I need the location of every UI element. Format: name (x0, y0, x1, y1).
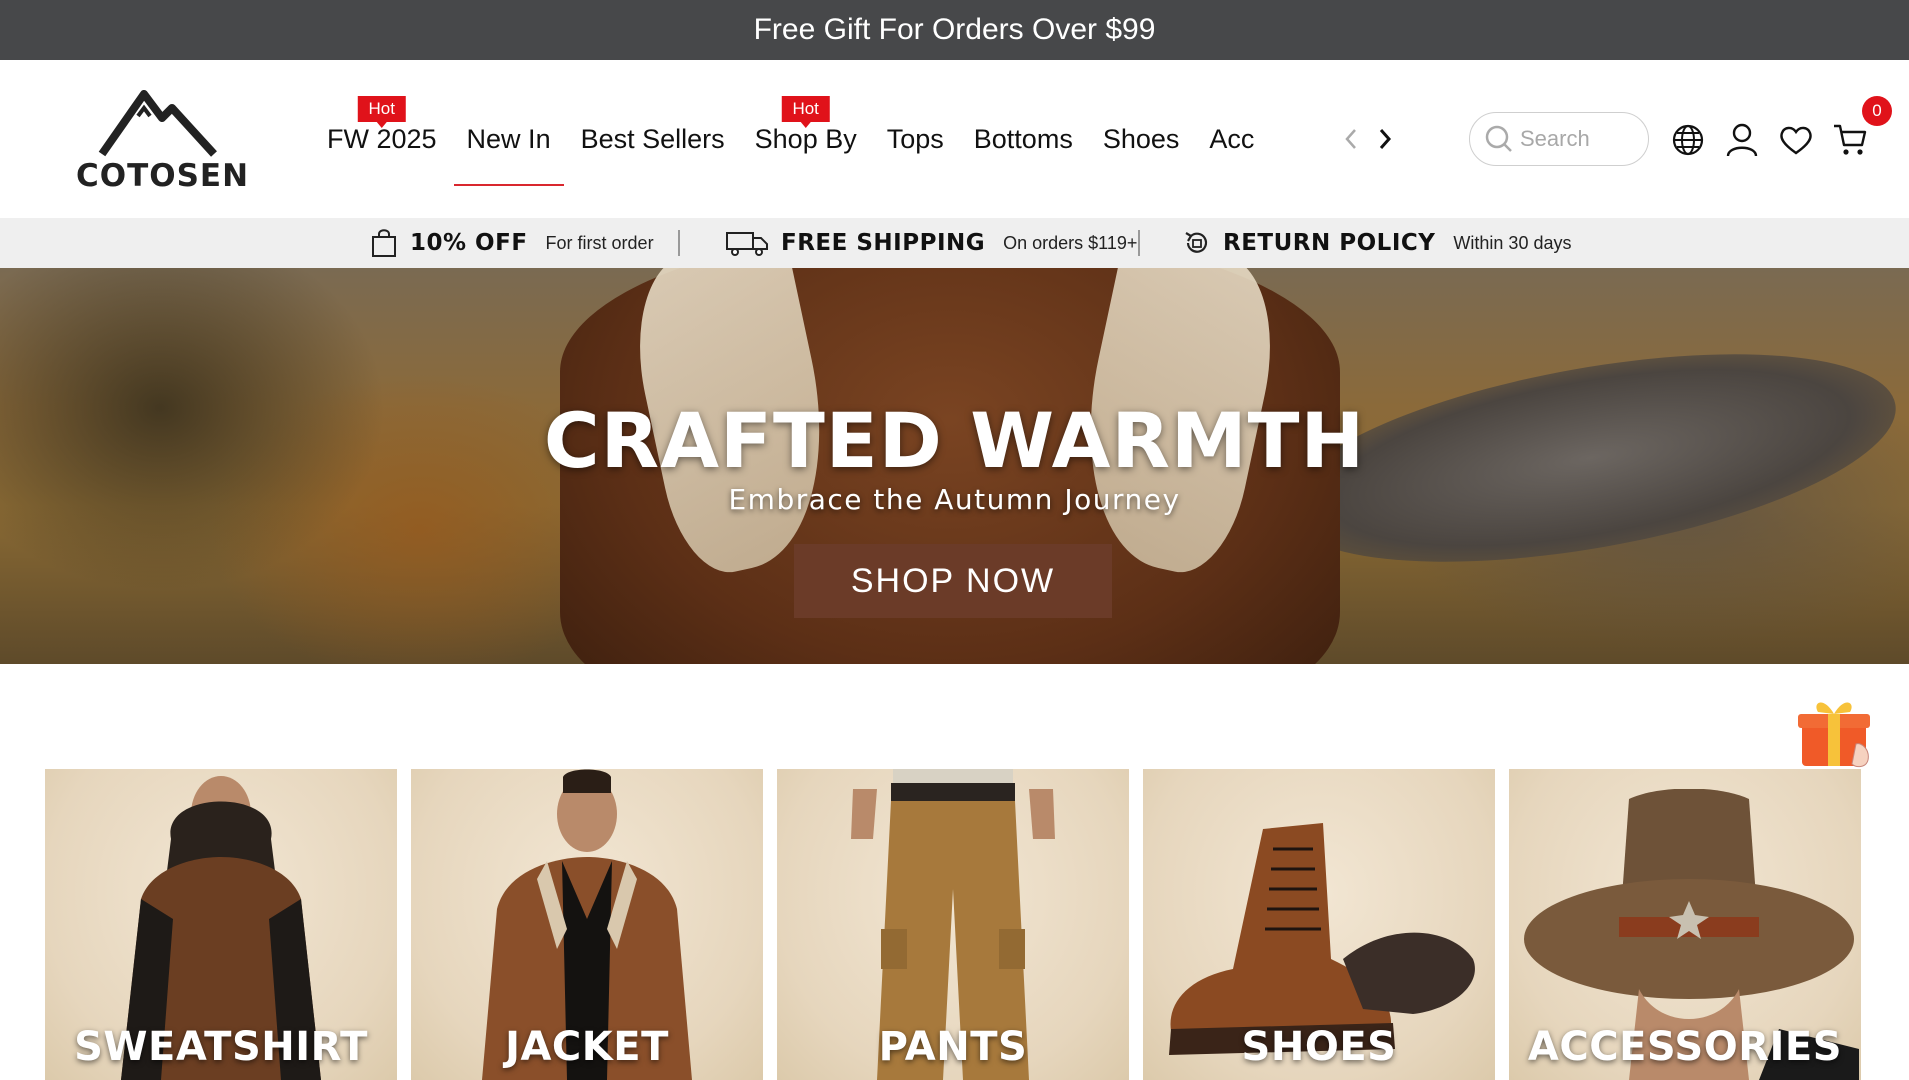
chevron-right-icon[interactable] (1374, 124, 1396, 154)
site-header: COTOSEN Hot FW 2025 New In Best Sellers … (0, 60, 1909, 218)
benefit-subtitle: On orders $119+ (1003, 232, 1138, 253)
benefit-title: FREE SHIPPING (781, 230, 986, 256)
search-input[interactable] (1520, 126, 1640, 152)
benefit-returns: RETURN POLICY Within 30 days (1183, 218, 1571, 268)
category-card-sweatshirt[interactable]: SWEATSHIRT (45, 769, 397, 1080)
nav-item-bottoms[interactable]: Bottoms (959, 60, 1088, 218)
return-icon (1185, 232, 1208, 253)
benefit-title: 10% OFF (410, 230, 528, 256)
mountain-logo-icon (98, 90, 217, 157)
main-nav: Hot FW 2025 New In Best Sellers Hot Shop… (312, 60, 1269, 218)
category-label: ACCESSORIES (1527, 1024, 1843, 1070)
cart-icon[interactable] (1830, 120, 1870, 160)
hero-banner[interactable]: CRAFTED WARMTH Embrace the Autumn Journe… (0, 268, 1909, 664)
hot-badge: Hot (357, 96, 406, 128)
category-card-jacket[interactable]: JACKET (411, 769, 763, 1080)
heart-icon[interactable] (1776, 120, 1816, 160)
category-label: SWEATSHIRT (74, 1024, 368, 1070)
nav-label: New In (466, 123, 551, 154)
nav-item-new-in[interactable]: New In (452, 60, 566, 218)
nav-label: Tops (886, 123, 944, 154)
hero-title: CRAFTED WARMTH (543, 396, 1366, 485)
brand-name: COTOSEN (76, 158, 250, 194)
search-icon (1485, 125, 1512, 152)
category-label: SHOES (1241, 1024, 1397, 1070)
hero-subtitle: Embrace the Autumn Journey (728, 483, 1181, 516)
hot-badge: Hot (781, 96, 830, 128)
shopping-bag-icon (372, 229, 396, 257)
nav-item-tops[interactable]: Tops (872, 60, 959, 218)
nav-scroll-arrows (1340, 60, 1396, 218)
nav-item-shop-by[interactable]: Hot Shop By (740, 60, 872, 218)
chevron-left-icon[interactable] (1340, 124, 1362, 154)
nav-label: Shop By (754, 123, 857, 154)
globe-icon[interactable] (1668, 120, 1708, 160)
benefit-subtitle: For first order (545, 232, 654, 253)
category-label: PANTS (878, 1024, 1028, 1070)
benefit-discount: 10% OFF For first order (370, 218, 654, 268)
category-card-shoes[interactable]: SHOES (1143, 769, 1495, 1080)
announcement-text: Free Gift For Orders Over $99 (753, 13, 1156, 46)
truck-icon (726, 232, 768, 256)
shop-now-button[interactable]: SHOP NOW (794, 544, 1112, 618)
benefits-bar: 10% OFF For first order FREE SHIPPING On… (0, 218, 1909, 268)
cart-count-badge: 0 (1862, 96, 1892, 126)
nav-item-best-sellers[interactable]: Best Sellers (566, 60, 740, 218)
nav-label: Shoes (1102, 123, 1180, 154)
nav-label: FW 2025 (327, 123, 437, 154)
nav-label: Acc (1209, 123, 1255, 154)
gift-box-icon[interactable] (1796, 692, 1876, 772)
benefit-title: RETURN POLICY (1223, 230, 1436, 256)
divider (1138, 230, 1140, 256)
brand-logo[interactable]: COTOSEN (76, 88, 250, 198)
category-label: JACKET (505, 1024, 669, 1070)
category-card-pants[interactable]: PANTS (777, 769, 1129, 1080)
benefit-shipping: FREE SHIPPING On orders $119+ (725, 218, 1137, 268)
announcement-bar: Free Gift For Orders Over $99 (0, 0, 1909, 60)
nav-label: Best Sellers (580, 123, 725, 154)
nav-label: Bottoms (973, 123, 1073, 154)
divider (678, 230, 680, 256)
category-card-accessories[interactable]: ACCESSORIES (1509, 769, 1861, 1080)
category-grid: SWEATSHIRT JACKET PANTS SHOES ACCESSORIE… (45, 769, 1863, 1080)
nav-item-fw-2025[interactable]: Hot FW 2025 (312, 60, 452, 218)
nav-item-acc[interactable]: Acc (1194, 60, 1269, 218)
search-box[interactable] (1469, 112, 1649, 166)
user-icon[interactable] (1722, 120, 1762, 160)
nav-item-shoes[interactable]: Shoes (1088, 60, 1195, 218)
benefit-subtitle: Within 30 days (1453, 232, 1572, 253)
